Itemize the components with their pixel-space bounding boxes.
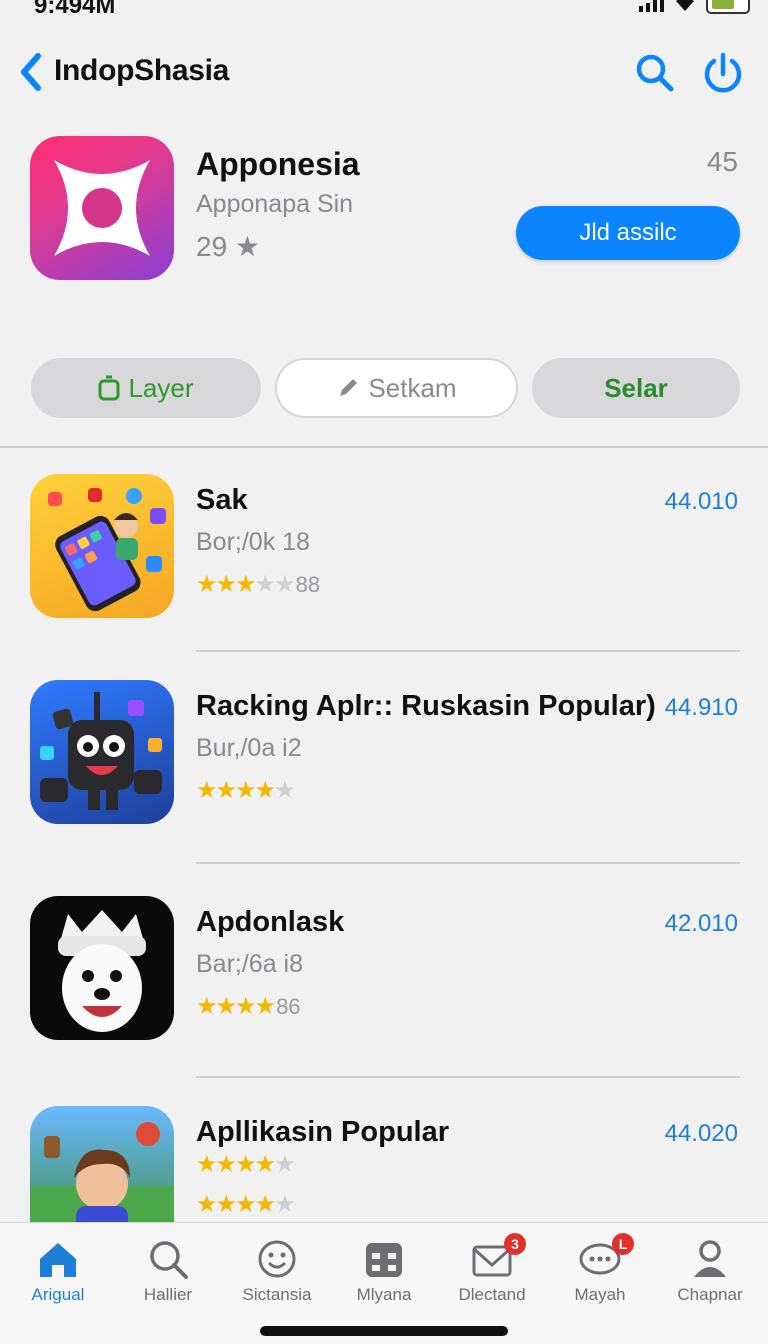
- power-icon[interactable]: [700, 50, 746, 96]
- pencil-icon: [340, 379, 358, 396]
- status-bar: 9:494M: [0, 0, 768, 22]
- tab-label: Hallier: [143, 1285, 193, 1304]
- tab-arigual[interactable]: Arigual: [4, 1237, 112, 1317]
- app-title: Sak: [196, 484, 248, 516]
- app-price[interactable]: 44.010: [665, 488, 738, 516]
- tab-mlyana[interactable]: Mlyana: [330, 1237, 438, 1317]
- tab-hallier[interactable]: Hallier: [114, 1237, 222, 1317]
- nav-bar: IndopShasia: [0, 46, 768, 102]
- app-title: Racking Aplr:: Ruskasin Popular): [196, 690, 656, 722]
- section-divider: [0, 446, 768, 448]
- tab-label: Mlyana: [356, 1285, 412, 1304]
- segment-controls: Layer Setkam Selar: [0, 358, 768, 420]
- list-item[interactable]: Apdonlask Bar;/6a i8 ★★★★86 42.010: [0, 896, 768, 1046]
- tab-dlectand[interactable]: 3 Dlectand: [438, 1233, 546, 1317]
- wifi-icon: [676, 0, 694, 11]
- mascot-app-icon[interactable]: [30, 896, 174, 1040]
- person-icon: [694, 1240, 726, 1277]
- tab-label: Arigual: [31, 1285, 85, 1304]
- home-indicator[interactable]: [260, 1326, 508, 1336]
- star-icon: ★★★★: [196, 993, 276, 1020]
- smiley-icon: [258, 1240, 296, 1278]
- app-subtitle: Bor;/0k 18: [196, 528, 310, 556]
- notification-badge: L: [612, 1233, 634, 1255]
- app-price[interactable]: 44.910: [665, 694, 738, 722]
- star-rating: ★★★★86: [196, 992, 301, 1021]
- layer-icon: [98, 375, 120, 401]
- chevron-left-icon[interactable]: [14, 50, 48, 94]
- app-subtitle: Bar;/6a i8: [196, 950, 304, 978]
- app-price[interactable]: 42.010: [665, 910, 738, 938]
- app-price[interactable]: 44.020: [665, 1120, 738, 1148]
- segment-setkam-label: Setkam: [368, 373, 457, 403]
- star-rating: ★★★★★: [196, 1190, 296, 1219]
- tab-label: Chapnar: [677, 1285, 743, 1304]
- tab-sictansia[interactable]: Sictansia: [223, 1237, 331, 1317]
- star-icon: ★★★★: [196, 1191, 276, 1218]
- search-icon[interactable]: [634, 52, 676, 94]
- search-icon: [150, 1241, 188, 1279]
- row-divider: [196, 1076, 740, 1078]
- segment-setkam[interactable]: Setkam: [275, 358, 518, 418]
- segment-layer-label: Layer: [128, 373, 194, 403]
- tab-mayah[interactable]: L Mayah: [546, 1233, 654, 1317]
- row-divider: [196, 862, 740, 864]
- app-title: Apdonlask: [196, 906, 345, 938]
- robot-app-icon[interactable]: [30, 680, 174, 824]
- star-rating: ★★★★★: [196, 776, 296, 805]
- game-app-icon[interactable]: [30, 1106, 174, 1222]
- star-icon: ★★★★: [196, 1151, 276, 1178]
- list-item[interactable]: Sak Bor;/0k 18 ★★★★★88 44.010: [0, 474, 768, 624]
- list-item[interactable]: Apllikasin Popular ★★★★★ ★★★★★ 44.020: [0, 1106, 768, 1222]
- featured-rating: 29 ★: [196, 231, 261, 262]
- home-icon: [40, 1243, 76, 1277]
- apponesia-app-icon[interactable]: [30, 136, 174, 280]
- featured-count: 45: [706, 146, 738, 177]
- phone-app-icon[interactable]: [30, 474, 174, 618]
- status-time: 9:494M: [34, 0, 116, 19]
- notification-badge: 3: [504, 1233, 526, 1255]
- star-icon: ★: [274, 777, 295, 804]
- tab-label: Dlectand: [458, 1285, 526, 1304]
- battery-icon: [706, 0, 750, 14]
- segment-selar-label: Selar: [604, 373, 668, 403]
- calendar-icon: [366, 1243, 402, 1277]
- tab-chapnar[interactable]: Chapnar: [656, 1237, 764, 1317]
- page-title: IndopShasia: [54, 54, 230, 87]
- rating-count: 86: [276, 994, 301, 1019]
- status-icons: [639, 0, 750, 14]
- app-title: Apllikasin Popular: [196, 1116, 449, 1148]
- list-item[interactable]: Racking Aplr:: Ruskasin Popular) Bur,/0a…: [0, 680, 768, 830]
- featured-title: Apponesia: [196, 146, 360, 182]
- star-icon: ★★: [254, 571, 296, 598]
- app-subtitle: Bur,/0a i2: [196, 734, 302, 762]
- segment-layer[interactable]: Layer: [31, 358, 261, 418]
- signal-icon: [639, 0, 664, 12]
- tab-label: Mayah: [574, 1285, 626, 1304]
- star-icon: ★★★★: [196, 777, 276, 804]
- star-rating: ★★★★★: [196, 1150, 296, 1179]
- star-rating: ★★★★★88: [196, 570, 320, 599]
- star-icon: ★: [274, 1191, 295, 1218]
- row-divider: [196, 650, 740, 652]
- rating-count: 88: [295, 572, 321, 597]
- star-icon: ★★★: [196, 571, 257, 598]
- tab-label: Sictansia: [242, 1285, 312, 1304]
- star-icon: ★: [274, 1151, 295, 1178]
- featured-subtitle: Apponapa Sin: [196, 190, 354, 218]
- segment-selar[interactable]: Selar: [532, 358, 740, 418]
- get-app-button[interactable]: Jld assilc: [516, 206, 740, 260]
- featured-app: Apponesia Apponapa Sin 29 ★ 45 Jld assil…: [0, 136, 768, 286]
